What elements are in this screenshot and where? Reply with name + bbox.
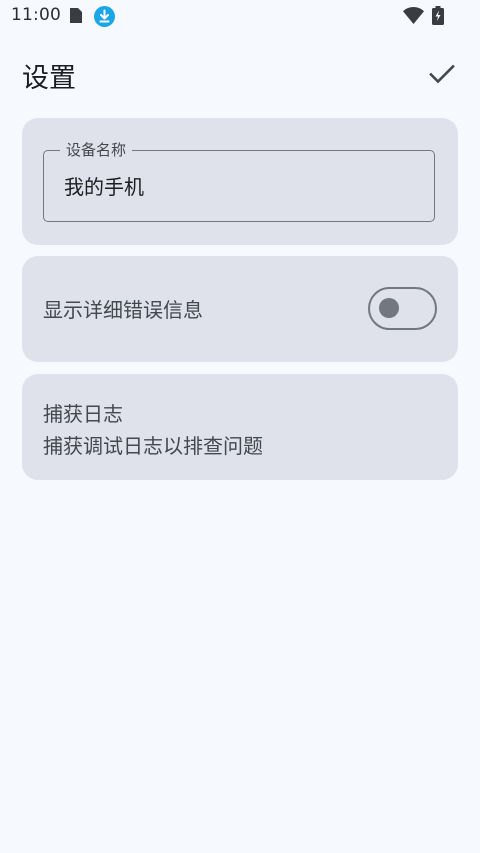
status-bar: 11:00 [0,0,480,34]
detailed-errors-label: 显示详细错误信息 [43,298,203,322]
switch-thumb [379,298,399,318]
save-button[interactable] [420,52,464,96]
device-name-label: 设备名称 [60,140,133,160]
capture-logs-description: 捕获调试日志以排查问题 [43,434,263,458]
page-title: 设置 [22,63,76,94]
device-name-card: 设备名称 [22,118,458,245]
status-time: 11:00 [11,5,61,25]
check-icon [429,64,455,84]
wifi-icon [403,7,424,24]
sim-card-icon [70,8,82,23]
battery-charging-icon [432,6,444,25]
capture-logs-item[interactable]: 捕获日志 捕获调试日志以排查问题 [22,374,458,480]
device-name-input[interactable] [64,169,414,201]
device-name-field[interactable]: 设备名称 [43,140,435,222]
detailed-errors-card: 显示详细错误信息 [22,256,458,362]
capture-logs-title: 捕获日志 [43,402,123,426]
detailed-errors-switch[interactable] [368,287,437,330]
download-icon [94,6,115,27]
